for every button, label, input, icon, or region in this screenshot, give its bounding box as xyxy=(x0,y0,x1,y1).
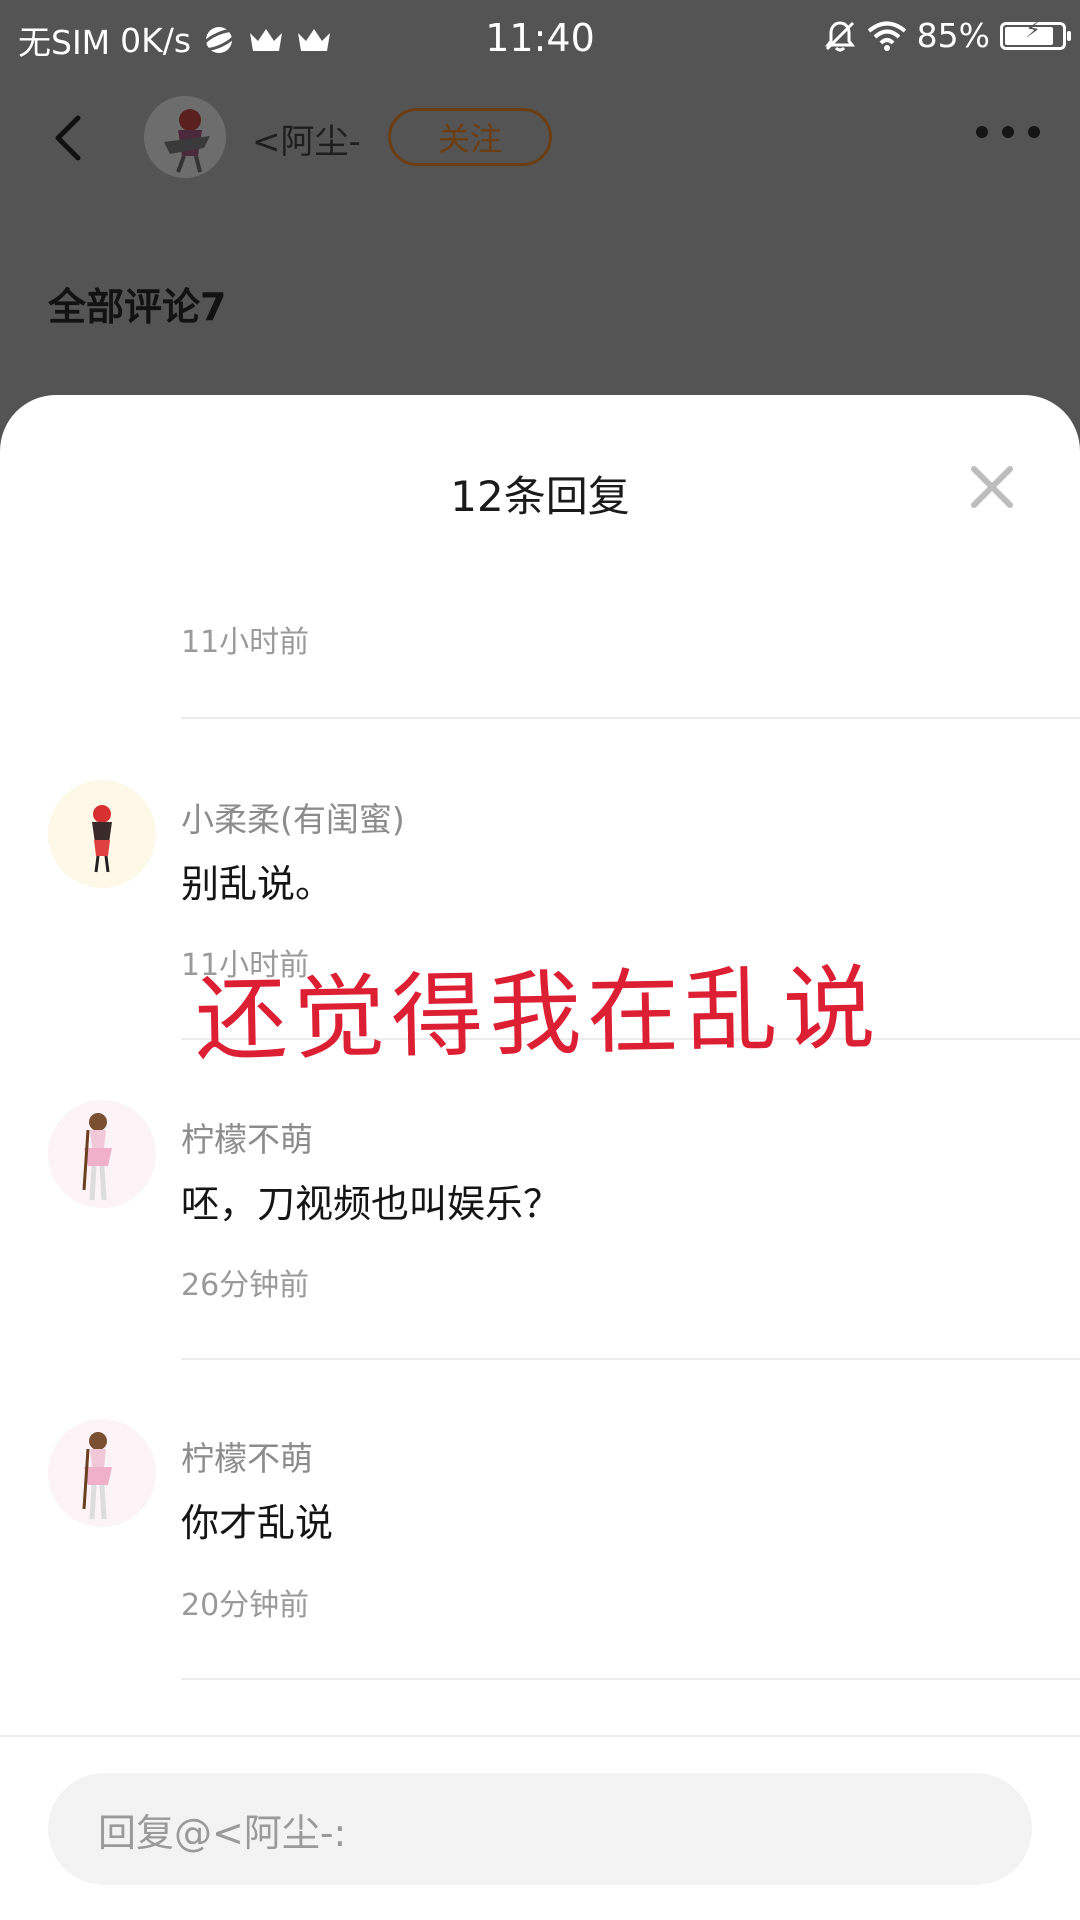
handwritten-annotation: 还觉得我在乱说 xyxy=(194,955,883,1074)
status-right: 85% ⚡ xyxy=(823,16,1071,55)
reply-time: 20分钟前 xyxy=(181,1588,310,1623)
divider xyxy=(181,1358,1080,1360)
reply-username[interactable]: 柠檬不萌 xyxy=(181,1432,313,1480)
reply-input[interactable]: 回复@<阿尘-: xyxy=(48,1773,1032,1885)
reply-avatar[interactable] xyxy=(48,1100,156,1208)
reply-text: 呸，刀视频也叫娱乐？ xyxy=(181,1182,562,1226)
author-name[interactable]: <阿尘- xyxy=(252,114,361,163)
charging-bolt-icon: ⚡ xyxy=(1025,17,1041,43)
reply-username[interactable]: 柠檬不萌 xyxy=(181,1113,313,1161)
reply-text: 别乱说。 xyxy=(181,862,334,906)
anime-avatar-icon xyxy=(82,1113,112,1201)
sheet-title: 12条回复 xyxy=(450,472,630,521)
status-bar: 无SIM 0K/s 11:40 85% ⚡ xyxy=(0,0,1080,76)
post-header: <阿尘- 关注 xyxy=(0,80,1080,200)
reply-time: 11小时前 xyxy=(181,625,310,660)
reply-input-bar: 回复@<阿尘-: xyxy=(0,1735,1080,1920)
anime-avatar-icon xyxy=(144,96,226,178)
battery-percent: 85% xyxy=(916,16,990,55)
reply-avatar[interactable] xyxy=(48,780,156,888)
reply-text: 你才乱说 xyxy=(181,1501,334,1545)
wifi-icon xyxy=(867,21,906,51)
divider xyxy=(181,1678,1080,1680)
reply-avatar[interactable] xyxy=(48,1419,156,1527)
close-icon[interactable] xyxy=(968,463,1016,511)
reply-username[interactable]: 小柔柔(有闺蜜) xyxy=(181,793,405,841)
battery-icon: ⚡ xyxy=(1000,18,1071,50)
more-options-icon[interactable] xyxy=(976,126,1040,138)
divider xyxy=(181,717,1080,719)
reply-time: 26分钟前 xyxy=(181,1268,310,1303)
anime-avatar-icon xyxy=(82,1432,112,1520)
replies-sheet: 12条回复 11小时前 小柔柔(有闺蜜) 别乱说。 11小时前 柠檬不萌 呸，刀… xyxy=(0,395,1080,1920)
bell-off-icon xyxy=(824,20,855,51)
all-comments-title: 全部评论7 xyxy=(48,285,227,329)
anime-avatar-icon xyxy=(92,805,112,873)
author-avatar[interactable] xyxy=(144,96,226,178)
back-icon[interactable] xyxy=(40,108,100,168)
follow-button[interactable]: 关注 xyxy=(388,108,552,166)
